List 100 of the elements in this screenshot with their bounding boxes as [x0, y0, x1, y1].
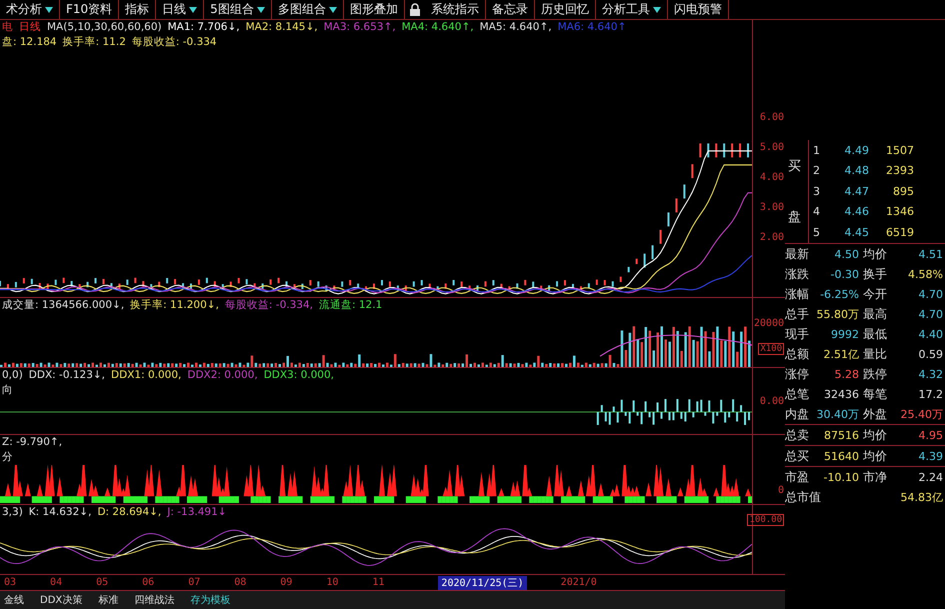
quote-value: 51640	[823, 450, 859, 462]
indicator-label: MA2: 8.145↓,	[246, 20, 318, 35]
quote-value: 54.83亿	[900, 490, 943, 504]
order-level: 4	[812, 205, 821, 218]
indicator-tab[interactable]: 标准	[94, 593, 122, 607]
dropdown-caret-icon[interactable]	[45, 6, 53, 14]
quote-value: 5.28	[834, 368, 859, 380]
indicator-label: 向	[2, 383, 13, 398]
indicator-label: 流通盘: 12.1	[318, 298, 382, 313]
indicator-tab[interactable]: 金线	[0, 593, 28, 607]
indicator-label: D: 28.694↓,	[97, 505, 162, 520]
indicator-tab[interactable]: DDX决策	[36, 593, 86, 607]
indicator-label: 盘: 12.184	[2, 35, 57, 50]
date-label: 10	[326, 577, 338, 588]
quote-label: 均价	[862, 246, 888, 262]
order-side-label: 盘	[788, 209, 802, 226]
quote-label: 总手	[785, 306, 810, 322]
indicator-label: J: -13.491↓	[167, 505, 227, 520]
axis-label: 0.00	[760, 396, 784, 407]
lock-icon[interactable]	[408, 2, 421, 16]
quote-label: 总市值	[785, 488, 821, 506]
quote-label: 市净	[862, 468, 888, 486]
quote-label: 每笔	[862, 386, 888, 402]
indicator-label: 3,3)	[2, 505, 23, 520]
quote-value: 0.59	[918, 348, 943, 360]
bid-volume: 6519	[885, 226, 914, 239]
axis-label: X100	[758, 343, 784, 355]
quote-value: 32436	[823, 388, 859, 400]
quote-value: 4.40	[918, 328, 943, 340]
quote-label: 内盘	[785, 406, 810, 422]
quote-label: 总买	[785, 448, 810, 464]
indicator-label: 日线	[19, 20, 41, 35]
dropdown-caret-icon[interactable]	[189, 6, 198, 14]
quote-label: 涨幅	[785, 286, 810, 302]
date-label: 09	[280, 577, 292, 588]
date-label: 08	[234, 577, 246, 588]
quote-value: 4.50	[834, 248, 859, 260]
quote-label: 量比	[862, 346, 888, 362]
quote-value: -0.30	[830, 268, 859, 280]
indicator-tab[interactable]: 存为模板	[186, 593, 234, 607]
indicator-label: MA5: 4.640↑,	[480, 20, 552, 35]
indicator-label: 每股收益: -0.334,	[224, 298, 313, 313]
axis-label: 5.00	[760, 142, 784, 155]
quote-value: 4.51	[918, 248, 943, 260]
dropdown-caret-icon[interactable]	[328, 6, 337, 14]
indicator-label: MA1: 7.706↓,	[168, 20, 240, 35]
bid-price: 4.45	[844, 226, 869, 239]
indicator-label: 电	[2, 20, 13, 35]
indicator-label: MA3: 6.653↑,	[324, 20, 396, 35]
dropdown-caret-icon[interactable]	[256, 6, 265, 14]
indicator-label: 0,0)	[2, 368, 23, 383]
indicator-label: DDX1: 0.000,	[111, 368, 182, 383]
quote-label: 均价	[862, 448, 888, 464]
bid-price: 4.49	[844, 144, 869, 157]
bid-price: 4.47	[844, 184, 869, 198]
quote-label: 总卖	[785, 426, 810, 444]
indicator-label: 换手率: 11.2	[62, 35, 126, 50]
indicator-tab[interactable]: 四维战法	[130, 593, 178, 607]
order-level: 1	[812, 144, 821, 157]
indicator-label: 每股收益: -0.334	[132, 35, 217, 50]
axis-label: 6.00	[760, 112, 784, 125]
quote-value: 2.24	[918, 470, 943, 484]
axis-label: 20000	[754, 318, 784, 329]
quote-value: 17.2	[918, 388, 943, 400]
axis-label: 0	[778, 485, 784, 496]
quote-label: 跌停	[862, 366, 888, 382]
quote-value: 87516	[823, 428, 859, 442]
indicator-label: MA6: 4.640↑	[558, 20, 626, 35]
quote-value: 4.32	[918, 368, 943, 380]
indicator-label: MA(5,10,30,60,60,60)	[47, 20, 162, 35]
quote-value: 25.40万	[900, 406, 943, 422]
quote-label: 外盘	[862, 406, 888, 422]
date-label: 07	[188, 577, 200, 588]
axis-label: 2.00	[760, 232, 784, 245]
quote-label: 今开	[862, 286, 888, 302]
quote-label: 最低	[862, 326, 888, 342]
indicator-label: 成交量: 1364566.000↓,	[2, 298, 124, 313]
indicator-label: DDX: -0.123↓,	[28, 368, 106, 383]
indicator-label: 换手率: 11.200↓,	[130, 298, 219, 313]
bid-price: 4.48	[844, 164, 869, 178]
bid-volume: 2393	[885, 164, 914, 178]
quote-label: 均价	[862, 426, 888, 444]
quote-label: 现手	[785, 326, 810, 342]
indicator-label: 分	[2, 450, 13, 465]
date-label: 06	[142, 577, 154, 588]
quote-label: 涨跌	[785, 266, 810, 282]
quote-value: 9992	[830, 328, 859, 340]
quote-label: 最高	[862, 306, 888, 322]
quote-label: 总额	[785, 346, 810, 362]
date-label: 05	[96, 577, 108, 588]
bid-volume: 1507	[885, 144, 914, 157]
quote-value: 2.51亿	[822, 346, 859, 362]
quote-label: 市盈	[785, 468, 810, 486]
order-level: 5	[812, 226, 821, 239]
dropdown-caret-icon[interactable]	[652, 6, 661, 14]
quote-value: 4.95	[918, 428, 943, 442]
order-side-label: 买	[788, 158, 802, 175]
quote-value: 4.39	[918, 450, 943, 462]
indicator-label: K: 14.632↓,	[28, 505, 92, 520]
indicator-label: MA4: 4.640↑,	[402, 20, 474, 35]
